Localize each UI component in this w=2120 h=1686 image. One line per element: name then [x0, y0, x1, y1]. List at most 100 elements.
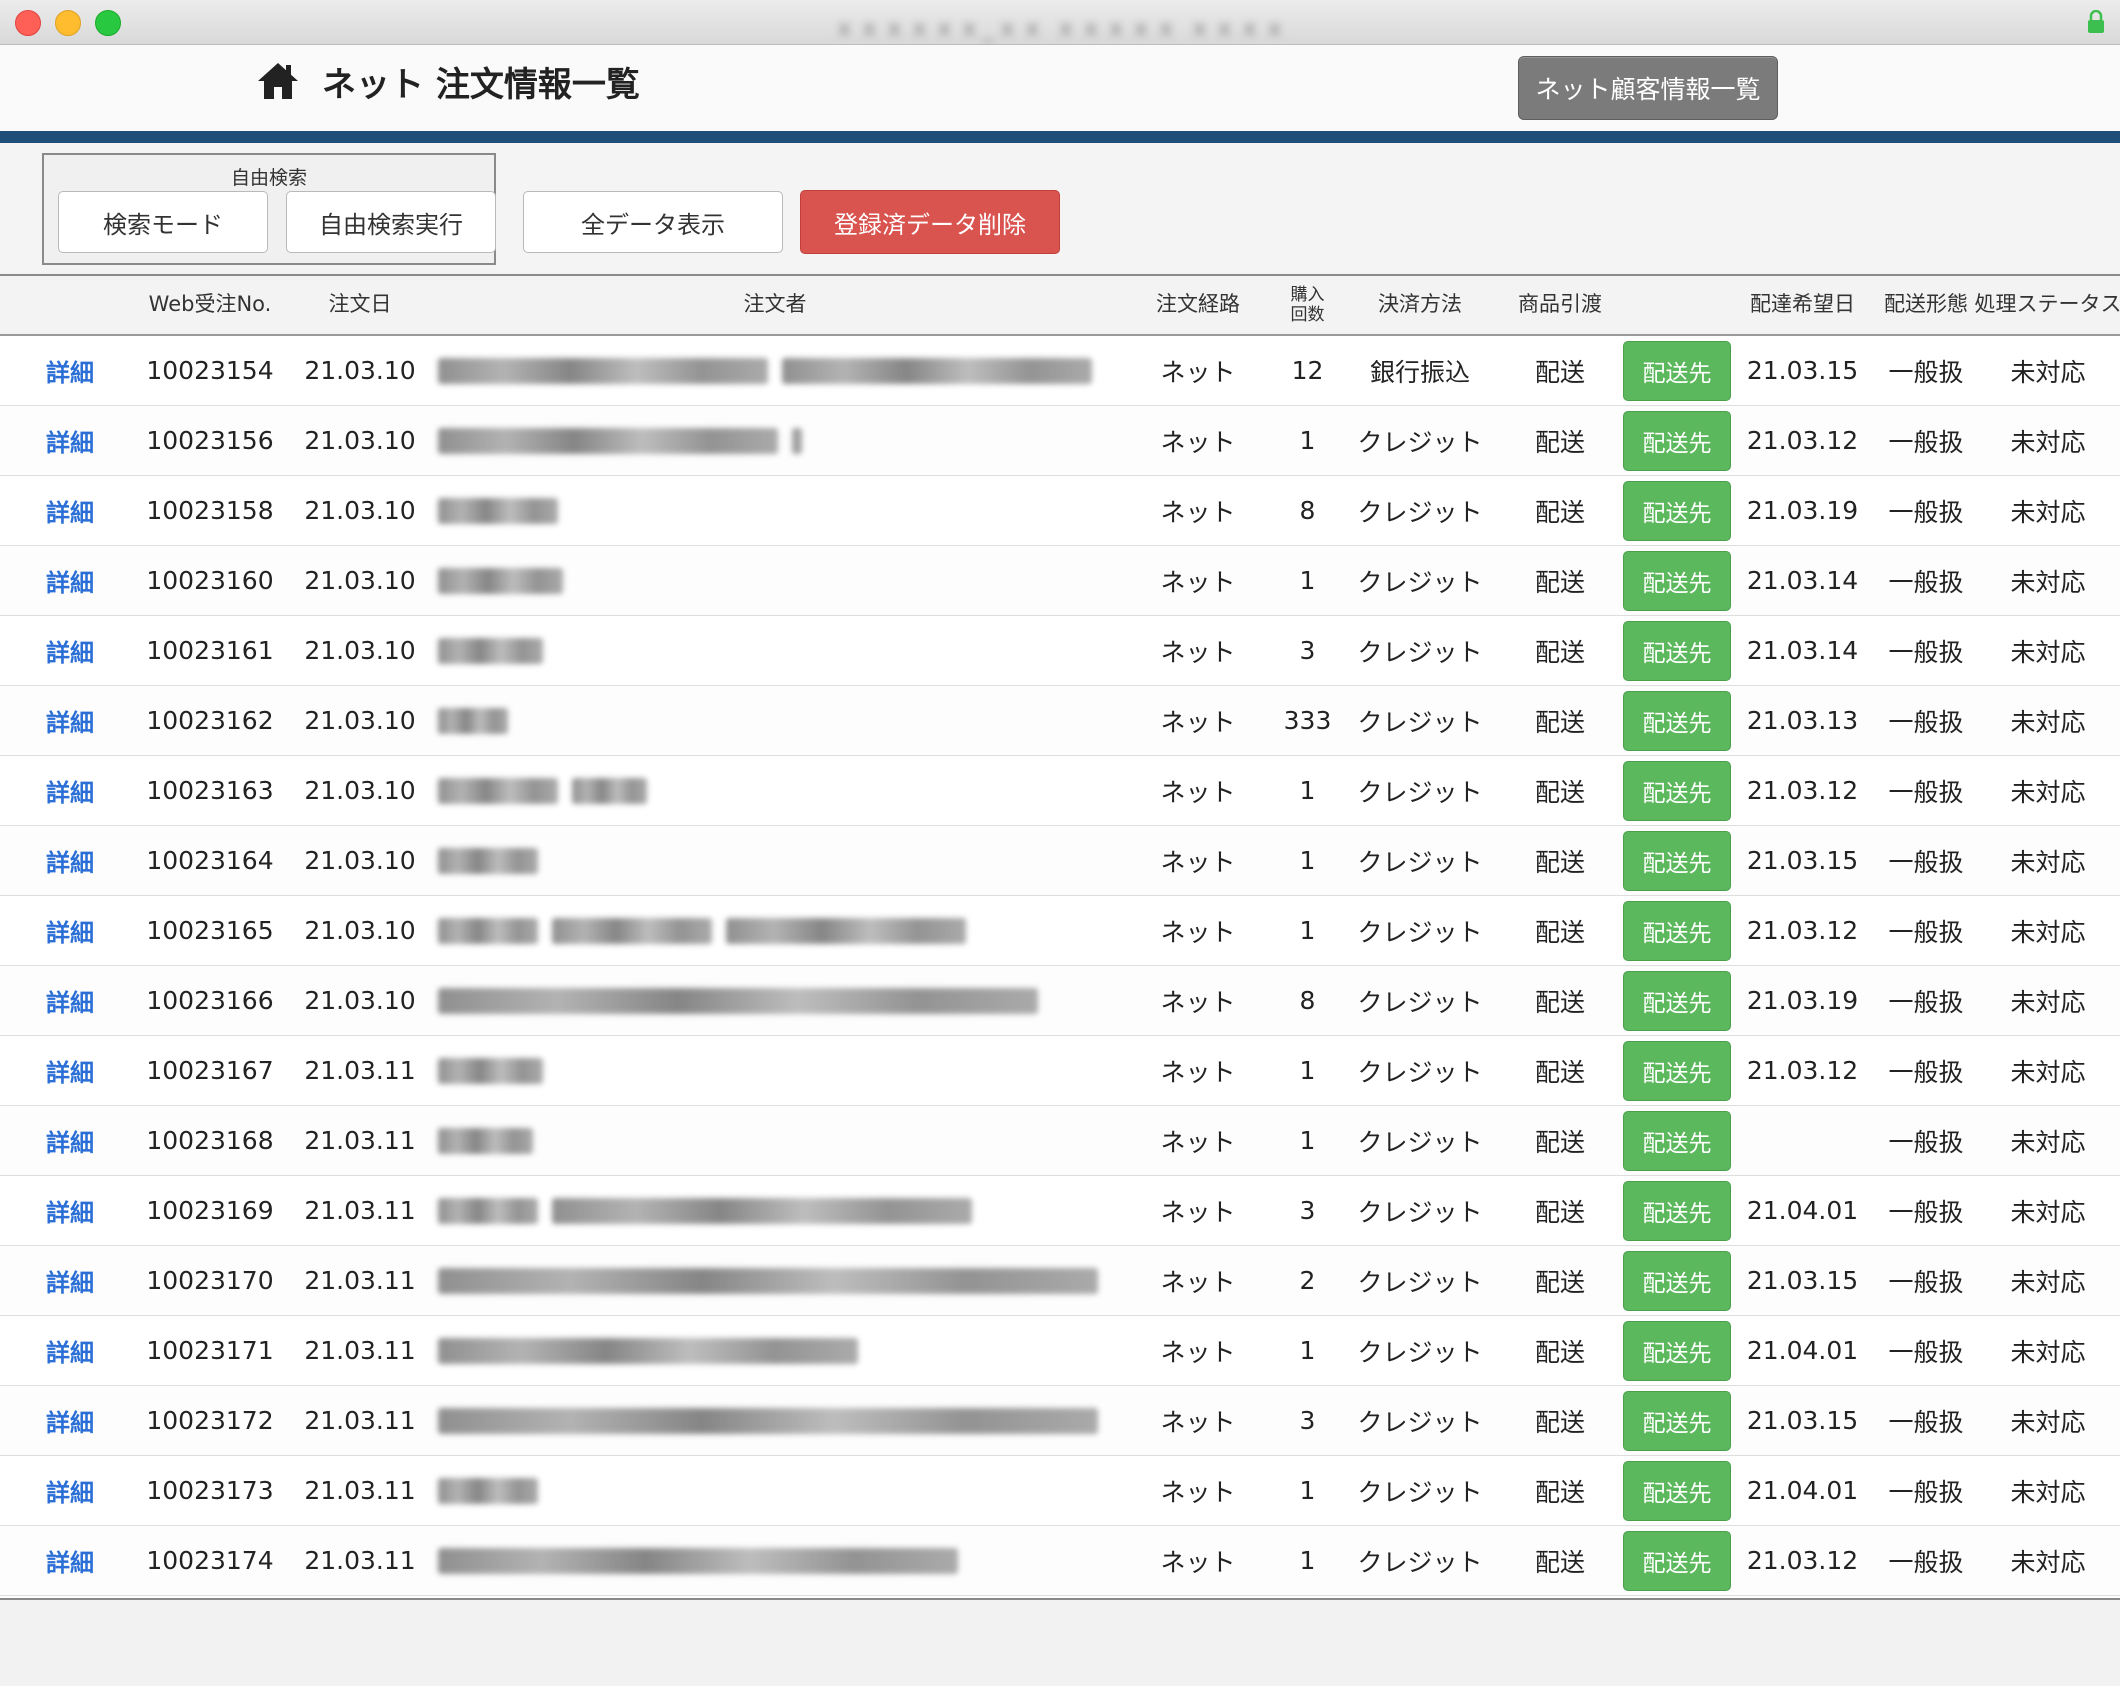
detail-link[interactable]: 詳細 [0, 336, 140, 405]
detail-link[interactable]: 詳細 [0, 756, 140, 825]
detail-link[interactable]: 詳細 [0, 546, 140, 615]
purchase-count: 8 [1299, 986, 1316, 1015]
header-divider [0, 131, 2120, 143]
detail-link[interactable]: 詳細 [0, 1036, 140, 1105]
redaction-blur [792, 427, 802, 454]
table-row: 詳細 10023171 21.03.11 ネット 1 クレジット 配送 21.04.01 一般扱… [0, 1316, 2120, 1386]
ship-to-button[interactable]: 配送先 [1623, 901, 1731, 961]
order-route: ネット [1160, 987, 1236, 1017]
order-date: 21.03.10 [304, 496, 416, 525]
purchase-count: 1 [1299, 1126, 1316, 1155]
purchase-count: 1 [1299, 1476, 1316, 1505]
table-row: 詳細 10023156 21.03.10 ネット 1 クレジット 配送 21.03.12 一般扱… [0, 406, 2120, 476]
detail-link[interactable]: 詳細 [0, 1526, 140, 1595]
detail-link[interactable]: 詳細 [0, 1106, 140, 1175]
ship-to-button[interactable]: 配送先 [1623, 1251, 1731, 1311]
desired-delivery-date: 21.03.15 [1746, 846, 1859, 875]
order-route: ネット [1160, 1127, 1236, 1157]
ship-to-button[interactable]: 配送先 [1623, 1181, 1731, 1241]
net-customer-list-button[interactable]: ネット顧客情報一覧 [1518, 56, 1778, 120]
delivery-method: 配送 [1534, 357, 1585, 387]
delivery-method: 配送 [1534, 847, 1585, 877]
redaction-blur [438, 497, 558, 524]
free-search-execute-button[interactable]: 自由検索実行 [286, 191, 496, 253]
column-header-order-date: 注文日 [328, 292, 392, 317]
ship-to-button[interactable]: 配送先 [1623, 971, 1731, 1031]
detail-link[interactable]: 詳細 [0, 1176, 140, 1245]
redaction-blur [438, 1127, 533, 1154]
orders-table: Web受注No. 注文日 注文者 注文経路 購入 回数 決済方法 商品引渡 配達… [0, 274, 2120, 1600]
ship-to-button[interactable]: 配送先 [1623, 761, 1731, 821]
detail-link[interactable]: 詳細 [0, 896, 140, 965]
processing-status: 未対応 [2010, 1057, 2086, 1087]
redaction-blur [552, 1197, 972, 1224]
desired-delivery-date: 21.03.12 [1746, 1056, 1859, 1085]
payment-method: クレジット [1357, 1477, 1483, 1507]
desired-delivery-date: 21.04.01 [1746, 1336, 1859, 1365]
delivery-method: 配送 [1534, 1337, 1585, 1367]
ship-to-button[interactable]: 配送先 [1623, 551, 1731, 611]
redaction-blur [438, 847, 538, 874]
ship-to-button[interactable]: 配送先 [1623, 691, 1731, 751]
orderer-name-redacted [438, 826, 1128, 895]
show-all-data-button[interactable]: 全データ表示 [523, 191, 783, 253]
ship-to-button[interactable]: 配送先 [1623, 481, 1731, 541]
payment-method: クレジット [1357, 1267, 1483, 1297]
detail-link[interactable]: 詳細 [0, 826, 140, 895]
ship-to-button[interactable]: 配送先 [1623, 1111, 1731, 1171]
payment-method: クレジット [1357, 637, 1483, 667]
detail-link[interactable]: 詳細 [0, 406, 140, 475]
order-route: ネット [1160, 357, 1236, 387]
payment-method: クレジット [1357, 707, 1483, 737]
purchase-count: 1 [1299, 566, 1316, 595]
shipping-type: 一般扱 [1888, 497, 1964, 527]
ship-to-button[interactable]: 配送先 [1623, 341, 1731, 401]
ship-to-button[interactable]: 配送先 [1623, 1531, 1731, 1591]
order-route: ネット [1160, 847, 1236, 877]
orderer-name-redacted [438, 1106, 1128, 1175]
delivery-method: 配送 [1534, 1197, 1585, 1227]
ship-to-button[interactable]: 配送先 [1623, 1041, 1731, 1101]
shipping-type: 一般扱 [1888, 427, 1964, 457]
table-row: 詳細 10023164 21.03.10 ネット 1 クレジット 配送 21.03.15 一般扱… [0, 826, 2120, 896]
processing-status: 未対応 [2010, 497, 2086, 527]
search-mode-button[interactable]: 検索モード [58, 191, 268, 253]
home-icon[interactable] [256, 59, 300, 103]
footer-area [0, 1600, 2120, 1686]
desired-delivery-date: 21.03.14 [1746, 636, 1859, 665]
redaction-blur [438, 1267, 1098, 1294]
detail-link[interactable]: 詳細 [0, 476, 140, 545]
detail-link[interactable]: 詳細 [0, 1456, 140, 1525]
payment-method: クレジット [1357, 427, 1483, 457]
orderer-name-redacted [438, 476, 1128, 545]
detail-link[interactable]: 詳細 [0, 616, 140, 685]
payment-method: クレジット [1357, 497, 1483, 527]
ship-to-button[interactable]: 配送先 [1623, 621, 1731, 681]
orderer-name-redacted [438, 546, 1128, 615]
redaction-blur [438, 917, 538, 944]
table-row: 詳細 10023174 21.03.11 ネット 1 クレジット 配送 21.03.12 一般扱… [0, 1526, 2120, 1596]
processing-status: 未対応 [2010, 357, 2086, 387]
web-order-no: 10023174 [146, 1546, 274, 1575]
orderer-name-redacted [438, 756, 1128, 825]
delivery-method: 配送 [1534, 497, 1585, 527]
detail-link[interactable]: 詳細 [0, 1316, 140, 1385]
delivery-method: 配送 [1534, 777, 1585, 807]
order-date: 21.03.11 [304, 1476, 416, 1505]
delete-registered-data-button[interactable]: 登録済データ削除 [800, 190, 1060, 254]
processing-status: 未対応 [2010, 637, 2086, 667]
detail-link[interactable]: 詳細 [0, 1386, 140, 1455]
detail-link[interactable]: 詳細 [0, 686, 140, 755]
shipping-type: 一般扱 [1888, 1127, 1964, 1157]
ship-to-button[interactable]: 配送先 [1623, 1321, 1731, 1381]
table-row: 詳細 10023172 21.03.11 ネット 3 クレジット 配送 21.03.15 一般扱… [0, 1386, 2120, 1456]
order-date: 21.03.11 [304, 1336, 416, 1365]
purchase-count: 1 [1299, 776, 1316, 805]
detail-link[interactable]: 詳細 [0, 966, 140, 1035]
ship-to-button[interactable]: 配送先 [1623, 831, 1731, 891]
ship-to-button[interactable]: 配送先 [1623, 1391, 1731, 1451]
ship-to-button[interactable]: 配送先 [1623, 1461, 1731, 1521]
detail-link[interactable]: 詳細 [0, 1246, 140, 1315]
ship-to-button[interactable]: 配送先 [1623, 411, 1731, 471]
redaction-blur [438, 777, 558, 804]
